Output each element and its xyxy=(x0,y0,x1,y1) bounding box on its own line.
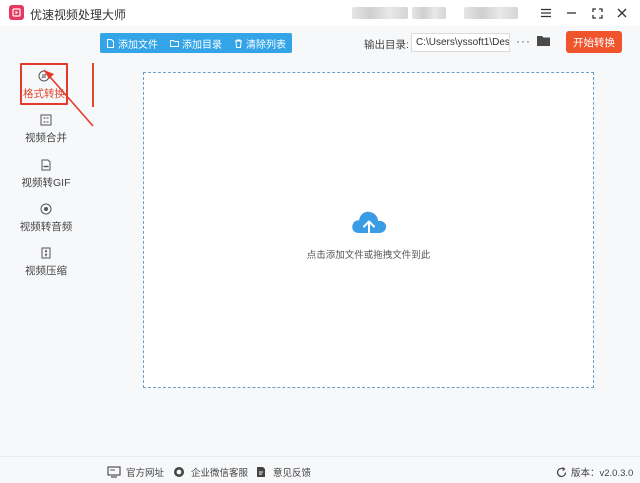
feedback-icon xyxy=(257,467,265,477)
wechat-service-link[interactable]: 企业微信客服 xyxy=(172,465,248,479)
annotation-arrow-icon xyxy=(43,69,94,127)
close-button[interactable] xyxy=(611,2,633,24)
browse-more-button[interactable]: ··· xyxy=(516,34,531,48)
app-logo-icon xyxy=(9,5,24,20)
sidebar-item-video-to-gif[interactable]: 视频转GIF xyxy=(8,153,84,195)
add-file-button[interactable]: 添加文件 xyxy=(100,33,164,53)
hamburger-icon xyxy=(541,8,551,18)
add-folder-label: 添加目录 xyxy=(182,39,222,51)
wechat-service-label: 企业微信客服 xyxy=(191,468,249,479)
official-site-label: 官方网址 xyxy=(126,468,165,479)
minimize-button[interactable] xyxy=(560,2,582,24)
trash-icon xyxy=(235,39,242,48)
output-dir-label: 输出目录: xyxy=(364,39,409,51)
toolbar: 添加文件 添加目录 清除列表 xyxy=(100,33,292,53)
output-path-field[interactable]: C:\Users\yssoft1\Deskt xyxy=(411,33,510,52)
monitor-icon xyxy=(107,466,121,478)
folder-icon xyxy=(170,39,179,47)
file-drop-zone[interactable]: 点击添加文件或拖拽文件到此 xyxy=(143,72,594,388)
official-site-link[interactable]: 官方网址 xyxy=(107,465,164,479)
fullscreen-icon xyxy=(591,7,603,19)
menu-button[interactable] xyxy=(535,2,557,24)
blurred-account-info xyxy=(464,7,518,19)
version-info: 版本：v2.0.3.0 xyxy=(556,465,633,479)
sidebar-item-label: 视频转音频 xyxy=(19,220,73,233)
maximize-button[interactable] xyxy=(586,2,608,24)
sidebar-item-video-compress[interactable]: 视频压缩 xyxy=(8,241,84,283)
gif-icon xyxy=(41,159,51,170)
add-file-label: 添加文件 xyxy=(118,39,158,51)
clear-list-label: 清除列表 xyxy=(246,39,286,51)
blurred-account-info xyxy=(352,7,408,19)
feedback-label: 意见反馈 xyxy=(273,468,312,479)
footer: 官方网址 企业微信客服 意见反馈 版本：v2.0.3.0 xyxy=(0,456,640,483)
refresh-icon xyxy=(556,466,567,477)
close-icon xyxy=(617,8,627,18)
feedback-link[interactable]: 意见反馈 xyxy=(254,465,311,479)
compress-icon xyxy=(41,247,51,258)
app-title: 优速视频处理大师 xyxy=(30,8,127,22)
start-convert-button[interactable]: 开始转换 xyxy=(566,31,622,53)
blurred-account-info xyxy=(412,7,446,19)
sidebar-item-video-to-audio[interactable]: 视频转音频 xyxy=(8,197,84,239)
cloud-upload-icon xyxy=(352,211,387,237)
add-folder-button[interactable]: 添加目录 xyxy=(164,33,228,53)
version-label: 版本：v2.0.3.0 xyxy=(571,468,634,479)
file-icon xyxy=(107,38,114,48)
customer-service-icon xyxy=(174,467,184,477)
sidebar-item-label: 视频转GIF xyxy=(21,176,71,189)
clear-list-button[interactable]: 清除列表 xyxy=(228,33,292,53)
audio-icon xyxy=(40,203,52,214)
drop-hint-text: 点击添加文件或拖拽文件到此 xyxy=(306,250,431,261)
sidebar-item-label: 视频压缩 xyxy=(25,264,67,277)
sidebar-item-label: 视频合并 xyxy=(25,131,67,144)
minimize-icon xyxy=(566,12,576,14)
open-folder-icon[interactable] xyxy=(536,34,551,48)
title-bar: 优速视频处理大师 xyxy=(0,0,640,26)
